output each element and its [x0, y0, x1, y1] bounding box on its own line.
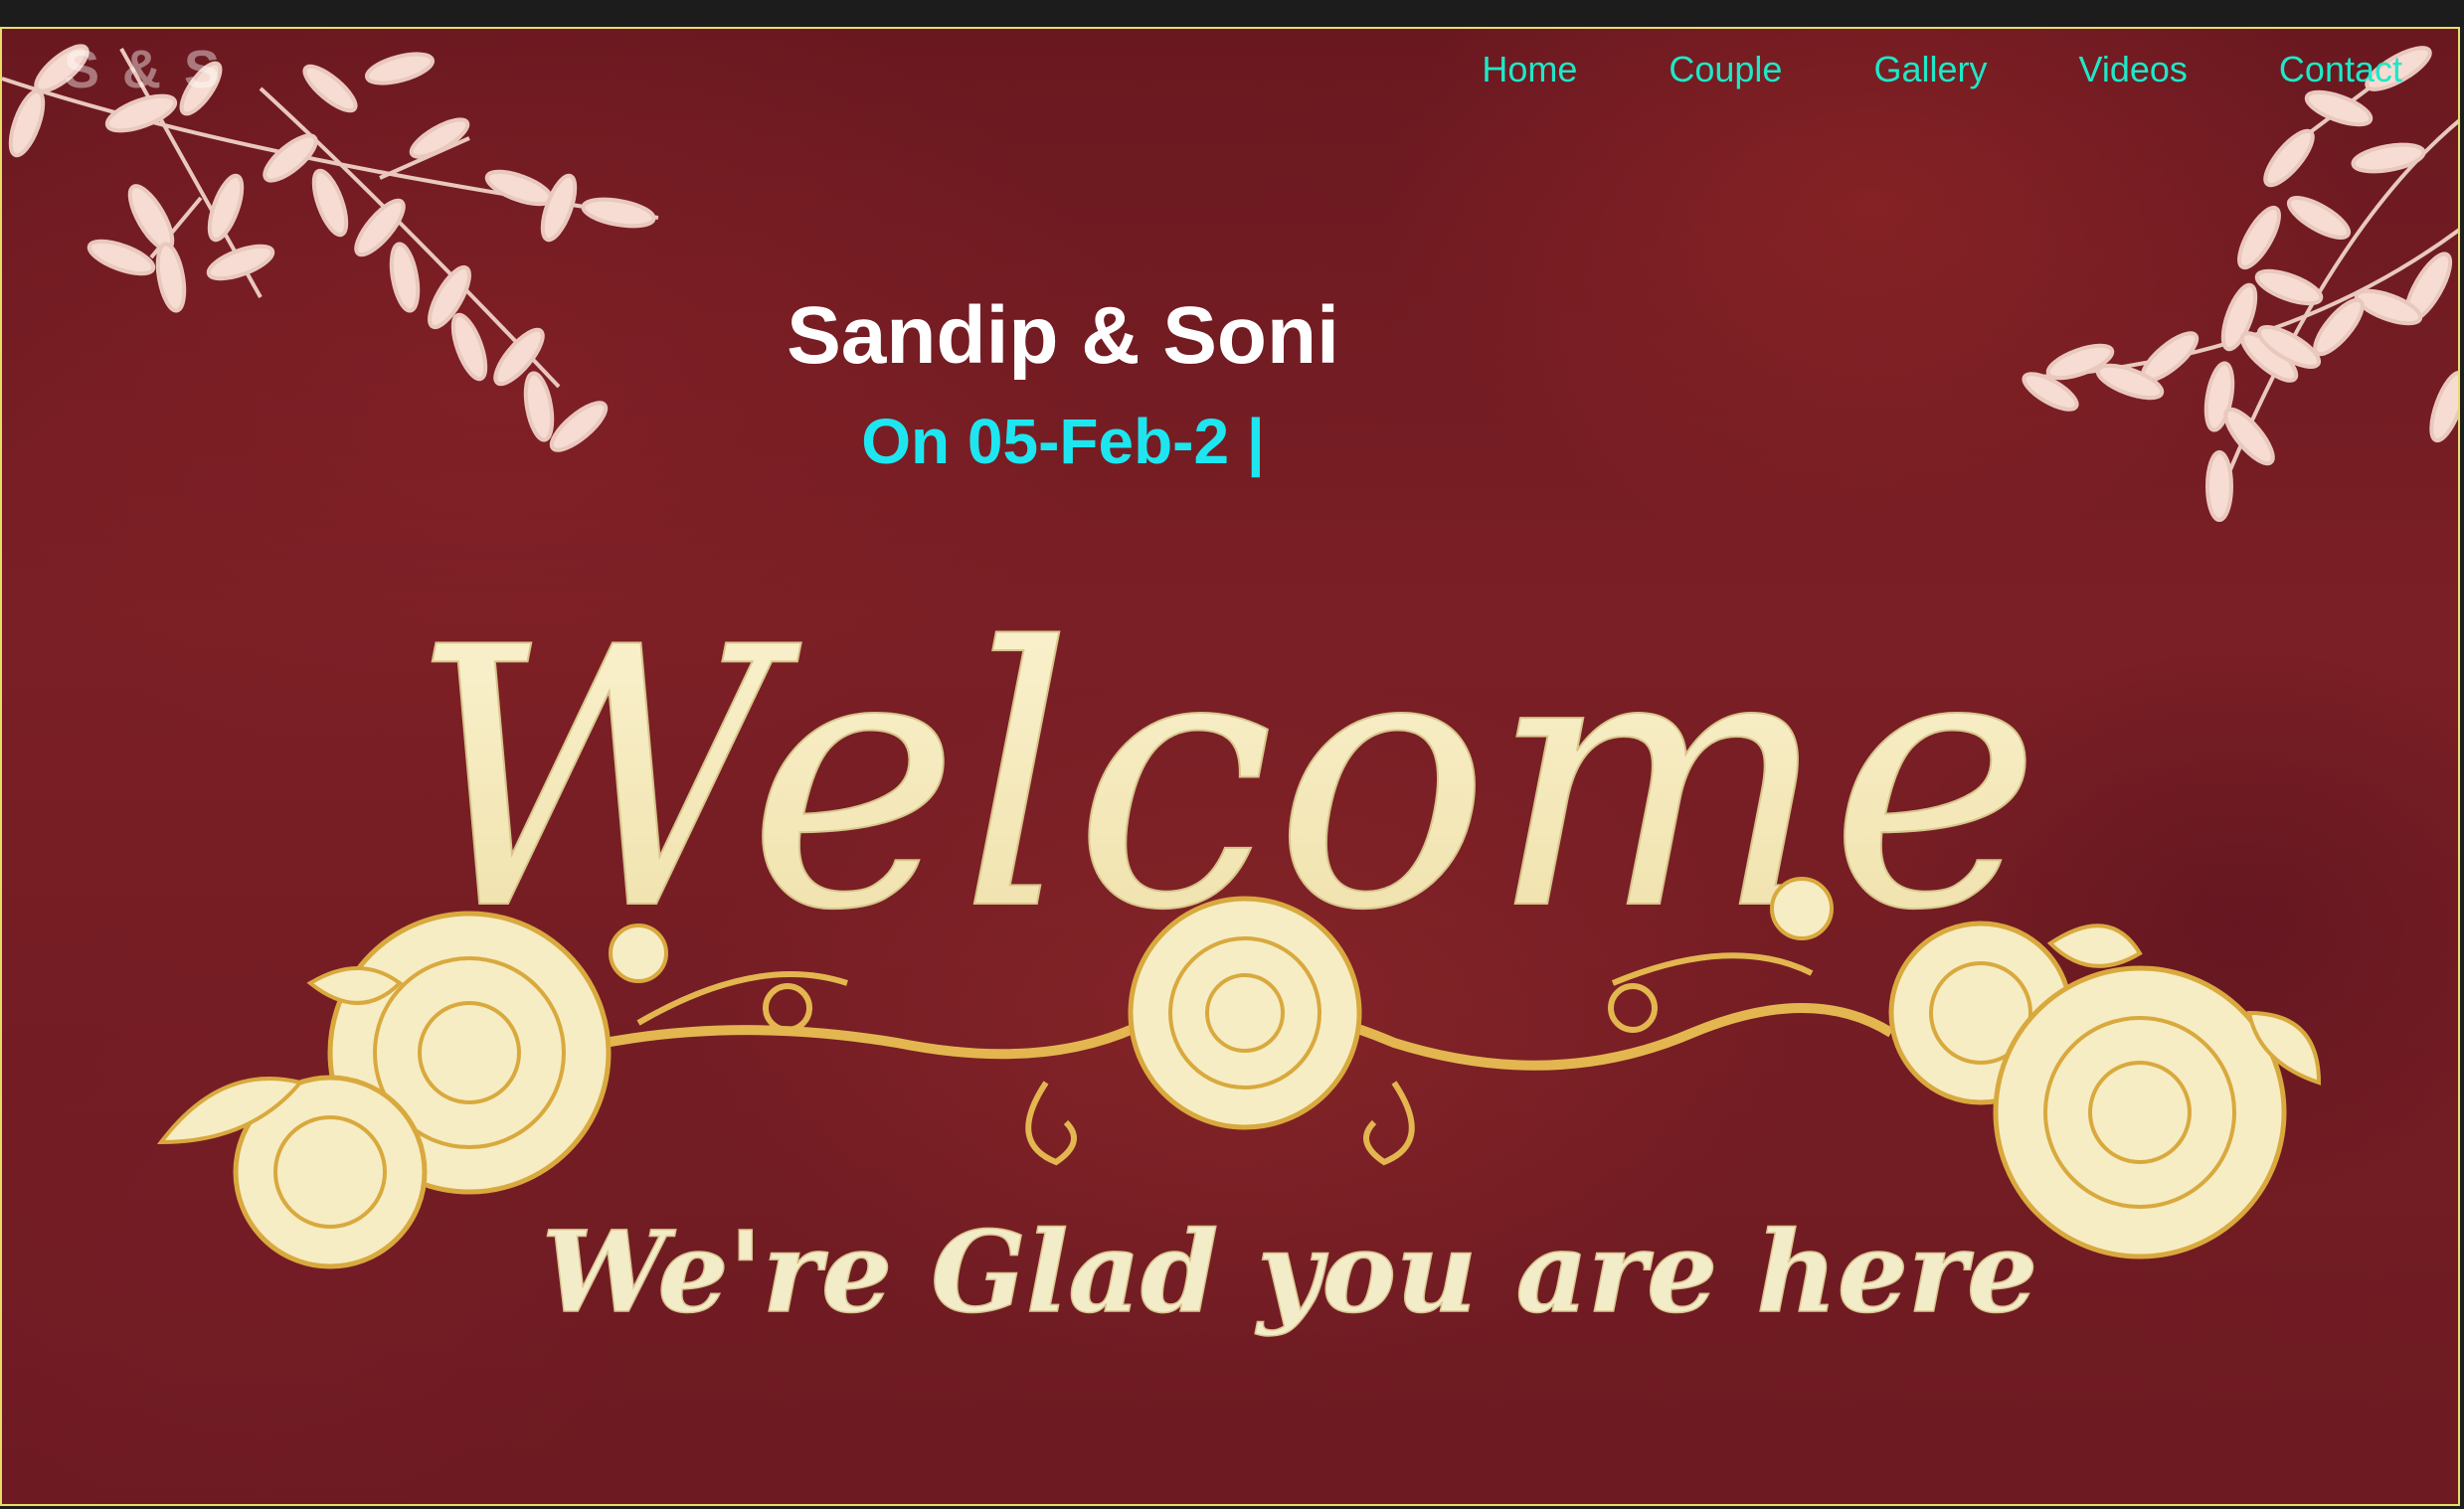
nav-link-gallery[interactable]: Gallery: [1873, 49, 1987, 90]
wedding-date: On 05-Feb-2 |: [861, 406, 1265, 477]
welcome-tagline: We're Glad you are here: [542, 1208, 2038, 1338]
couple-title: Sandip & Soni: [787, 290, 1339, 381]
site-logo[interactable]: S & S: [64, 39, 224, 100]
main-nav: Home Couple Gallery Videos Contact: [1482, 49, 2402, 90]
leaf-branch-top-left: [2, 44, 659, 452]
nav-link-videos[interactable]: Videos: [2078, 49, 2187, 90]
hero-artwork: Welcome We're Glad you are here: [2, 44, 2458, 1339]
nav-link-couple[interactable]: Couple: [1669, 49, 1782, 90]
nav-link-home[interactable]: Home: [1482, 49, 1577, 90]
nav-link-contact[interactable]: Contact: [2279, 49, 2402, 90]
hero-section: Welcome We're Glad you are here S & S Ho…: [0, 27, 2460, 1506]
browser-top-strip: [0, 0, 2464, 27]
